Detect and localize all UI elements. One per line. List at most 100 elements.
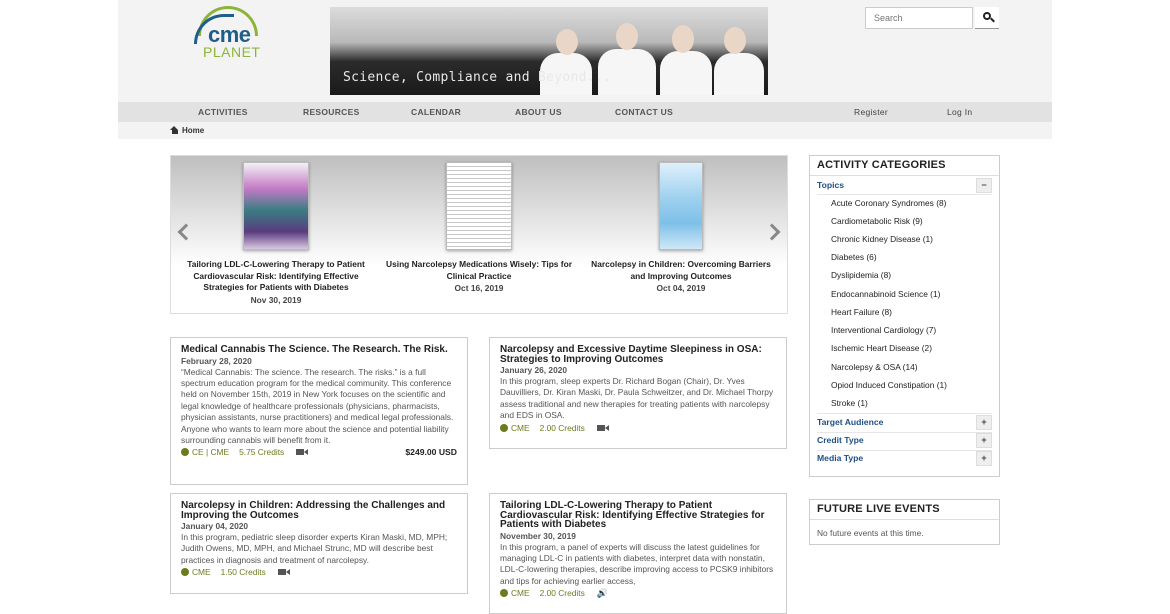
nav-item-about-us[interactable]: ABOUT US <box>515 107 562 117</box>
activity-card[interactable]: Medical Cannabis The Science. The Resear… <box>170 337 468 485</box>
activity-title[interactable]: Tailoring LDL-C-Lowering Therapy to Pati… <box>500 501 776 530</box>
activity-title[interactable]: Medical Cannabis The Science. The Resear… <box>181 345 457 355</box>
slide-title[interactable]: Using Narcolepsy Medications Wisely: Tip… <box>384 259 574 282</box>
site-header: cme PLANET Science, Compliance and Beyon… <box>118 0 1052 102</box>
activity-date: November 30, 2019 <box>500 530 576 541</box>
nav-item-activities[interactable]: ACTIVITIES <box>198 107 248 117</box>
home-icon-body <box>171 130 178 134</box>
topic-item[interactable]: Interventional Cardiology (7) <box>831 325 936 335</box>
expand-toggle-icon[interactable]: + <box>976 433 992 448</box>
nav-item-resources[interactable]: RESOURCES <box>303 107 360 117</box>
topic-item[interactable]: Opiod Induced Constipation (1) <box>831 380 947 390</box>
search-input[interactable] <box>865 7 973 29</box>
featured-carousel: Tailoring LDL-C-Lowering Therapy to Pati… <box>170 155 788 314</box>
topic-item[interactable]: Cardiometabolic Risk (9) <box>831 216 923 226</box>
credit-amount: 5.75 Credits <box>239 447 285 458</box>
category-group-target-audience[interactable]: Target Audience <box>817 417 883 427</box>
carousel-slide[interactable]: Tailoring LDL-C-Lowering Therapy to Pati… <box>181 162 371 305</box>
panel-title: FUTURE LIVE EVENTS <box>810 500 999 520</box>
topic-item[interactable]: Acute Coronary Syndromes (8) <box>831 198 946 208</box>
credit-amount: 1.50 Credits <box>220 567 266 578</box>
breadcrumb: Home <box>118 122 1052 139</box>
topic-item[interactable]: Ischemic Heart Disease (2) <box>831 343 932 353</box>
search-icon-handle <box>990 17 995 23</box>
divider <box>817 194 992 195</box>
banner-doctor-figure <box>672 25 694 53</box>
main-nav: ACTIVITIES RESOURCES CALENDAR ABOUT US C… <box>118 102 1052 122</box>
slide-date: Oct 16, 2019 <box>454 283 504 293</box>
carousel-slide[interactable]: Using Narcolepsy Medications Wisely: Tip… <box>384 162 574 293</box>
topic-item[interactable]: Dyslipidemia (8) <box>831 270 891 280</box>
banner-doctor-figure <box>724 27 746 54</box>
expand-toggle-icon[interactable]: + <box>976 415 992 430</box>
credit-type: CME <box>511 422 530 433</box>
activity-meta: CME 2.00 Credits <box>500 423 776 435</box>
topic-item[interactable]: Heart Failure (8) <box>831 307 892 317</box>
activity-description: “Medical Cannabis: The science. The rese… <box>181 366 454 445</box>
home-icon[interactable] <box>170 126 179 134</box>
slide-date: Nov 30, 2019 <box>250 294 302 305</box>
credit-type-dot-icon <box>181 448 189 457</box>
activity-description: In this program, sleep experts Dr. Richa… <box>500 376 774 421</box>
slide-thumbnail[interactable] <box>659 162 703 250</box>
category-group-media-type[interactable]: Media Type <box>817 453 863 463</box>
activity-card[interactable]: Narcolepsy and Excessive Daytime Sleepin… <box>489 337 787 449</box>
nav-item-contact-us[interactable]: CONTACT US <box>615 107 673 117</box>
future-live-events-panel: FUTURE LIVE EVENTS No future events at t… <box>809 499 1000 545</box>
breadcrumb-home[interactable]: Home <box>182 126 204 135</box>
slide-title[interactable]: Narcolepsy in Children: Overcoming Barri… <box>586 259 776 282</box>
credit-type-dot-icon <box>181 568 189 577</box>
credit-type: CME <box>192 567 211 578</box>
activity-card[interactable]: Tailoring LDL-C-Lowering Therapy to Pati… <box>489 493 787 614</box>
panel-title: ACTIVITY CATEGORIES <box>810 156 999 176</box>
hero-banner: Science, Compliance and Beyond... <box>330 7 768 95</box>
activity-meta: CME 2.00 Credits 🔊 <box>500 588 776 600</box>
activity-title[interactable]: Narcolepsy and Excessive Daytime Sleepin… <box>500 345 776 365</box>
topic-item[interactable]: Endocannabinoid Science (1) <box>831 289 940 299</box>
divider <box>817 432 992 433</box>
credit-type-dot-icon <box>500 423 508 432</box>
divider <box>817 413 992 414</box>
activity-price: $249.00 USD <box>405 447 457 458</box>
banner-doctor-figure <box>660 51 712 95</box>
topic-item[interactable]: Diabetes (6) <box>831 252 877 262</box>
slide-date: Oct 04, 2019 <box>656 283 706 293</box>
video-icon <box>277 569 290 576</box>
register-link[interactable]: Register <box>854 107 888 117</box>
slide-thumbnail[interactable] <box>446 162 512 250</box>
slide-title[interactable]: Tailoring LDL-C-Lowering Therapy to Pati… <box>181 259 371 294</box>
cme-planet-logo[interactable]: cme PLANET <box>194 6 266 64</box>
activity-categories-panel: ACTIVITY CATEGORIES Topics − Acute Coron… <box>809 155 1000 477</box>
page-wrapper: cme PLANET Science, Compliance and Beyon… <box>118 0 1052 614</box>
logo-text-planet: PLANET <box>203 44 261 60</box>
activity-date: February 28, 2020 <box>181 355 252 366</box>
activity-card[interactable]: Narcolepsy in Children: Addressing the C… <box>170 493 468 594</box>
no-events-message: No future events at this time. <box>817 528 924 538</box>
activity-meta: CE | CME 5.75 Credits $249.00 USD <box>181 447 457 459</box>
search-button[interactable] <box>975 7 999 29</box>
login-link[interactable]: Log In <box>947 107 972 117</box>
collapse-toggle-icon[interactable]: − <box>976 178 992 193</box>
banner-doctor-figure <box>714 53 764 95</box>
topic-item[interactable]: Narcolepsy & OSA (14) <box>831 362 918 372</box>
topic-item[interactable]: Stroke (1) <box>831 398 868 408</box>
activity-meta: CME 1.50 Credits <box>181 567 457 579</box>
credit-type: CE | CME <box>192 447 230 458</box>
activity-date: January 04, 2020 <box>181 521 249 531</box>
banner-doctor-figure <box>616 23 638 50</box>
banner-doctor-figure <box>556 29 578 55</box>
activity-title[interactable]: Narcolepsy in Children: Addressing the C… <box>181 501 457 521</box>
slide-thumbnail[interactable] <box>243 162 309 250</box>
video-icon <box>596 424 609 431</box>
video-icon <box>296 449 309 456</box>
divider <box>817 450 992 451</box>
topic-item[interactable]: Chronic Kidney Disease (1) <box>831 234 933 244</box>
activity-date: January 26, 2020 <box>500 365 568 375</box>
activity-description: In this program, a panel of experts will… <box>500 541 774 586</box>
carousel-slide[interactable]: Narcolepsy in Children: Overcoming Barri… <box>586 162 776 293</box>
banner-tagline: Science, Compliance and Beyond... <box>343 70 612 85</box>
expand-toggle-icon[interactable]: + <box>976 451 992 466</box>
nav-item-calendar[interactable]: CALENDAR <box>411 107 461 117</box>
category-group-topics[interactable]: Topics <box>817 180 844 190</box>
category-group-credit-type[interactable]: Credit Type <box>817 435 864 445</box>
